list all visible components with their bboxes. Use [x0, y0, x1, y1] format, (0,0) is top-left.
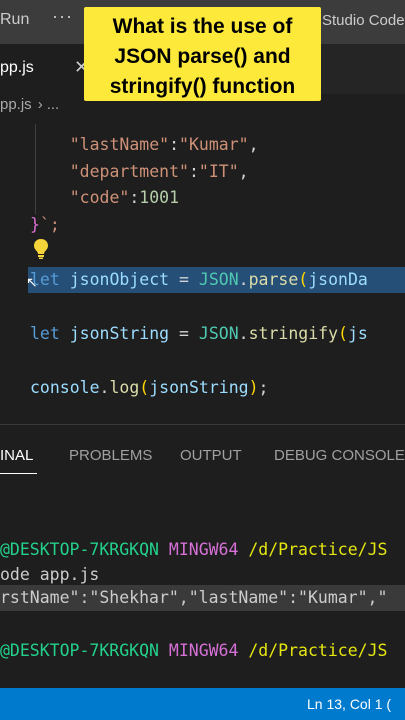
paren: ( [298, 270, 309, 289]
operator: = [169, 270, 199, 289]
code-line: "department":"IT", [30, 159, 249, 185]
paren: ) [248, 378, 259, 397]
function-name: parse [248, 270, 299, 289]
terminal-prompt: @DESKTOP-7KRGKQN MINGW64 /d/Practice/JS [0, 537, 387, 563]
tab-label: pp.js [0, 59, 34, 76]
paren: ( [338, 324, 348, 343]
code-editor[interactable]: "lastName":"Kumar", "department":"IT", "… [0, 124, 405, 424]
function-name: log [109, 378, 140, 397]
caption-line-3: stringify() function [109, 75, 296, 98]
prompt-user: @DESKTOP-7KRGKQN [0, 540, 159, 559]
lightbulb-icon[interactable] [33, 238, 49, 260]
breadcrumb: pp.js ›... [0, 96, 59, 124]
mouse-cursor-icon: ↖ [26, 274, 38, 290]
status-bar: Ln 13, Col 1 ( [0, 688, 405, 720]
argument: js [347, 324, 368, 343]
json-key: "lastName" [69, 135, 170, 154]
more-menu-icon[interactable]: ··· [52, 6, 73, 27]
caption-line-1: What is the use of [112, 15, 293, 38]
cursor-position[interactable]: Ln 13, Col 1 ( [307, 696, 391, 712]
closing-brace: } [30, 215, 40, 234]
colon: : [129, 188, 140, 207]
variable: jsonObject [59, 270, 170, 289]
tab-terminal[interactable]: INAL [0, 447, 33, 464]
caption-banner: What is the use of JSON parse() and stri… [84, 7, 321, 101]
argument: jsonString [149, 378, 249, 397]
operator: = [169, 324, 199, 343]
bottom-panel: INAL PROBLEMS OUTPUT DEBUG CONSOLE @DESK… [0, 424, 405, 689]
template-end: `; [39, 215, 60, 234]
code-line-selected: let jsonObject = JSON.parse(jsonDa [30, 267, 368, 293]
prompt-env: MINGW64 [158, 540, 239, 559]
json-key: "department" [69, 162, 189, 181]
active-tab-indicator [0, 473, 37, 474]
class-name: JSON [198, 324, 239, 343]
comma: , [238, 162, 249, 181]
prompt-user: @DESKTOP-7KRGKQN [0, 641, 159, 660]
menu-run[interactable]: Run [0, 11, 29, 29]
dot: . [238, 324, 249, 343]
window-title: Studio Code [322, 12, 405, 29]
tab-debug-console[interactable]: DEBUG CONSOLE [274, 447, 405, 464]
tab-problems[interactable]: PROBLEMS [69, 447, 152, 464]
json-value: "Kumar" [179, 135, 249, 154]
json-key: "code" [69, 188, 130, 207]
code-line: "code":1001 [30, 185, 179, 211]
paren: ( [139, 378, 150, 397]
prompt-env: MINGW64 [158, 641, 239, 660]
code-line: let jsonString = JSON.stringify(js [30, 321, 368, 347]
prompt-path: /d/Practice/JS [238, 540, 388, 559]
dot: . [238, 270, 249, 289]
class-name: JSON [198, 270, 239, 289]
semicolon: ; [258, 378, 269, 397]
code-line: "lastName":"Kumar", [30, 132, 259, 158]
caption-line-2: JSON parse() and [114, 45, 291, 68]
json-value: "IT" [198, 162, 239, 181]
terminal-output: rstName":"Shekhar","lastName":"Kumar"," [0, 588, 388, 607]
function-name: stringify [248, 324, 338, 343]
breadcrumb-more[interactable]: ... [47, 96, 60, 113]
variable: jsonString [59, 324, 170, 343]
object-name: console [30, 378, 100, 397]
dot: . [99, 378, 110, 397]
json-value: 1001 [139, 188, 180, 207]
colon: : [188, 162, 199, 181]
breadcrumb-separator-icon: › [37, 96, 43, 113]
keyword: let [30, 324, 60, 343]
prompt-path: /d/Practice/JS [238, 641, 388, 660]
terminal-prompt: @DESKTOP-7KRGKQN MINGW64 /d/Practice/JS [0, 638, 387, 664]
tab-output[interactable]: OUTPUT [180, 447, 242, 464]
breadcrumb-file[interactable]: pp.js [0, 96, 32, 113]
comma: , [248, 135, 259, 154]
code-line: }`; [30, 212, 60, 238]
colon: : [169, 135, 180, 154]
argument: jsonDa [308, 270, 368, 289]
code-line: console.log(jsonString); [30, 375, 268, 401]
